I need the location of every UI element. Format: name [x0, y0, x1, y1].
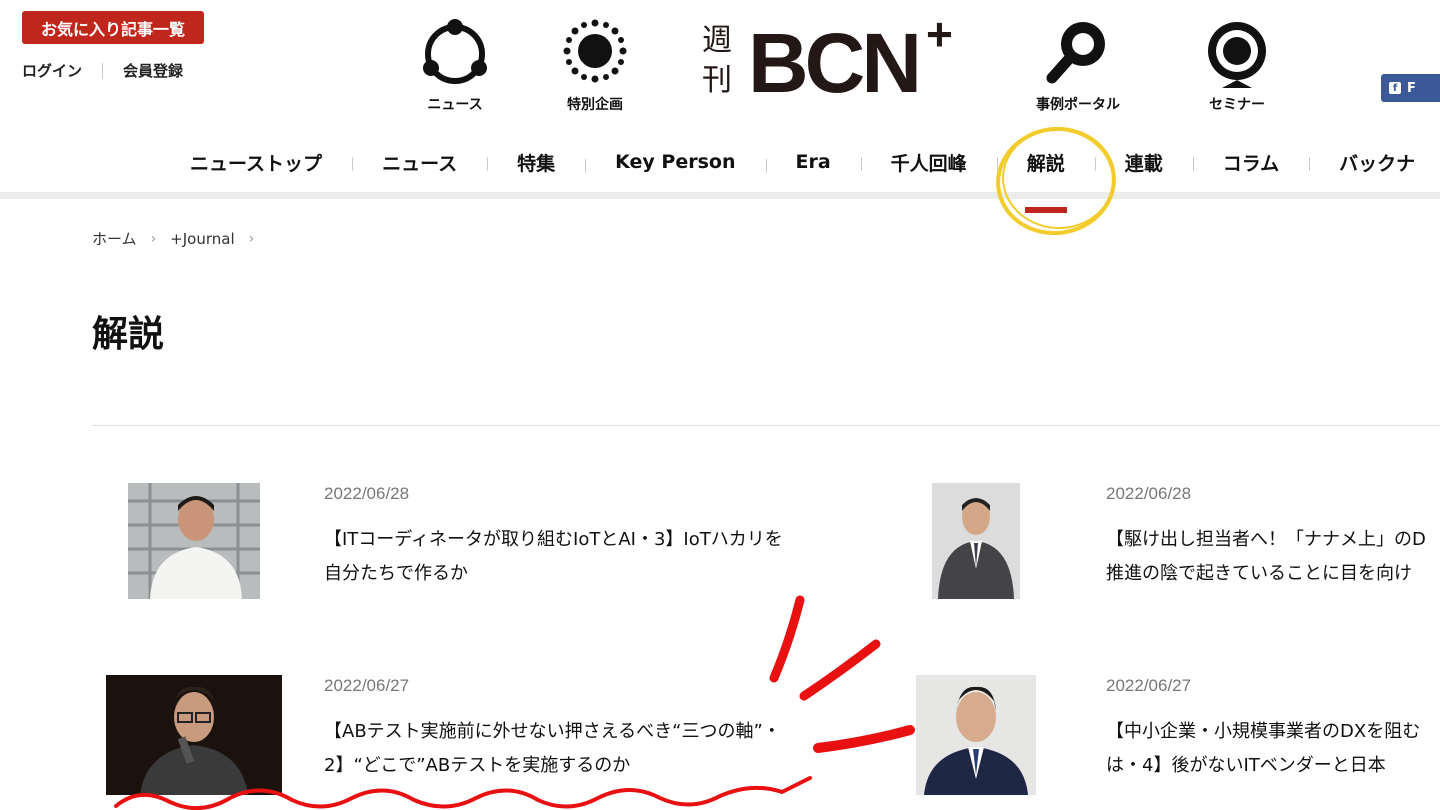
- nav-item-feature[interactable]: 特集: [487, 149, 585, 176]
- news-nav-label: ニュース: [427, 97, 483, 113]
- special-sun-icon: [563, 19, 627, 83]
- article-date: 2022/06/27: [324, 676, 410, 695]
- facebook-icon: f: [1389, 82, 1401, 94]
- article-headline-line: 自分たちで作るか: [324, 563, 468, 584]
- nav-item-label: Key Person: [615, 151, 736, 173]
- article-headline[interactable]: 【中小企業・小規模事業者のDXを阻む は・4】後がないITベンダーと日本: [1106, 715, 1420, 783]
- nav-item-key-person[interactable]: Key Person: [585, 151, 765, 173]
- seminar-icon: [1208, 22, 1266, 88]
- nav-item-news-top[interactable]: ニューストップ: [160, 149, 352, 176]
- article-card[interactable]: 2022/06/27 【ABテスト実施前に外せない押さえるべき“三つの軸”・ 2…: [106, 672, 826, 810]
- magnifier-icon: [1046, 22, 1105, 84]
- nav-divider: [0, 192, 1440, 199]
- emphasis-stroke: [813, 725, 915, 753]
- active-tab-indicator: [1024, 206, 1067, 213]
- nav-item-kaisetsu[interactable]: 解説: [996, 149, 1095, 213]
- article-date: 2022/06/28: [1106, 484, 1192, 503]
- breadcrumb-chevron-icon: ›: [150, 230, 157, 247]
- article-thumbnail[interactable]: [106, 675, 282, 795]
- article-card[interactable]: 2022/06/28 【駆け出し担当者へ！「ナナメ上」のD 推進の陰で起きている…: [932, 480, 1440, 602]
- login-link[interactable]: ログイン: [22, 60, 82, 81]
- nav-item-label: ニュース: [382, 152, 458, 175]
- register-link[interactable]: 会員登録: [123, 60, 183, 81]
- article-headline-line: 推進の陰で起きていることに目を向け: [1106, 563, 1412, 584]
- article-thumbnail[interactable]: [916, 675, 1036, 795]
- nav-item-rensai[interactable]: 連載: [1094, 149, 1193, 176]
- title-divider: [92, 425, 1440, 426]
- emphasis-stroke: [769, 595, 805, 683]
- nav-item-column[interactable]: コラム: [1192, 149, 1309, 176]
- breadcrumb-home[interactable]: ホーム: [92, 228, 137, 249]
- breadcrumb: ホーム › +Journal ›: [92, 228, 254, 249]
- article-headline-line: 【中小企業・小規模事業者のDXを阻む: [1106, 721, 1421, 742]
- nav-item-label: 解説: [1026, 152, 1065, 175]
- seminar-nav-button[interactable]: セミナー: [1200, 14, 1274, 114]
- article-date: 2022/06/28: [324, 484, 410, 503]
- nav-item-backnumber[interactable]: バックナ: [1309, 149, 1440, 176]
- main-nav: ニューストップ ニュース 特集 Key Person Era 千人回峰 解説 連…: [160, 140, 1440, 213]
- article-headline[interactable]: 【ITコーディネータが取り組むIoTとAI・3】IoTハカリを 自分たちで作るか: [324, 523, 783, 591]
- article-headline-line: は・4】後がないITベンダーと日本: [1106, 755, 1386, 776]
- case-portal-nav-label: 事例ポータル: [1036, 97, 1120, 113]
- favorites-button[interactable]: お気に入り記事一覧: [22, 11, 204, 44]
- logo-main-text: BCN: [748, 16, 918, 98]
- breadcrumb-chevron-icon: ›: [248, 230, 255, 247]
- news-nav-button[interactable]: ニュース: [418, 14, 492, 114]
- nav-item-era[interactable]: Era: [765, 151, 861, 173]
- nav-item-label: ニューストップ: [190, 152, 323, 175]
- article-headline-line: 【ABテスト実施前に外せない押さえるべき“三つの軸”・: [324, 721, 781, 742]
- article-date: 2022/06/27: [1106, 676, 1192, 695]
- article-headline-line: 2】“どこで”ABテストを実施するのか: [324, 755, 631, 776]
- nav-item-label: 特集: [517, 152, 556, 175]
- nav-item-news[interactable]: ニュース: [352, 149, 487, 176]
- facebook-button[interactable]: f F: [1381, 74, 1440, 102]
- article-card[interactable]: 2022/06/28 【ITコーディネータが取り組むIoTとAI・3】IoTハカ…: [128, 480, 828, 602]
- news-icon: [423, 19, 487, 84]
- logo-plus: +: [926, 12, 953, 60]
- article-headline[interactable]: 【駆け出し担当者へ！「ナナメ上」のD 推進の陰で起きていることに目を向け: [1106, 523, 1426, 591]
- logo-small-text-1: 週: [702, 23, 732, 58]
- article-thumbnail[interactable]: [932, 483, 1020, 599]
- article-headline[interactable]: 【ABテスト実施前に外せない押さえるべき“三つの軸”・ 2】“どこで”ABテスト…: [324, 715, 781, 783]
- special-nav-label: 特別企画: [567, 97, 623, 113]
- article-card[interactable]: 2022/06/27 【中小企業・小規模事業者のDXを阻む は・4】後がないIT…: [916, 672, 1440, 810]
- nav-item-label: Era: [795, 151, 831, 173]
- article-headline-line: 【駆け出し担当者へ！「ナナメ上」のD: [1106, 529, 1426, 550]
- case-portal-nav-button[interactable]: 事例ポータル: [1028, 14, 1128, 114]
- nav-item-label: バックナ: [1339, 152, 1416, 175]
- seminar-nav-label: セミナー: [1209, 97, 1265, 113]
- nav-item-label: 連載: [1124, 152, 1163, 175]
- article-thumbnail[interactable]: [128, 483, 260, 599]
- nav-item-label: 千人回峰: [890, 152, 967, 175]
- bcn-logo[interactable]: 週 刊 BCN +: [700, 12, 958, 98]
- article-headline-line: 【ITコーディネータが取り組むIoTとAI・3】IoTハカリを: [324, 529, 783, 550]
- account-links: ログイン 会員登録: [22, 60, 183, 81]
- account-links-divider: [102, 62, 104, 79]
- facebook-label: F: [1407, 80, 1416, 96]
- page-title: 解説: [92, 314, 165, 355]
- nav-item-senninkaiho[interactable]: 千人回峰: [860, 149, 997, 176]
- breadcrumb-journal[interactable]: +Journal: [170, 230, 234, 248]
- nav-item-label: コラム: [1222, 152, 1280, 175]
- special-nav-button[interactable]: 特別企画: [558, 14, 632, 114]
- logo-small-text-2: 刊: [702, 63, 732, 98]
